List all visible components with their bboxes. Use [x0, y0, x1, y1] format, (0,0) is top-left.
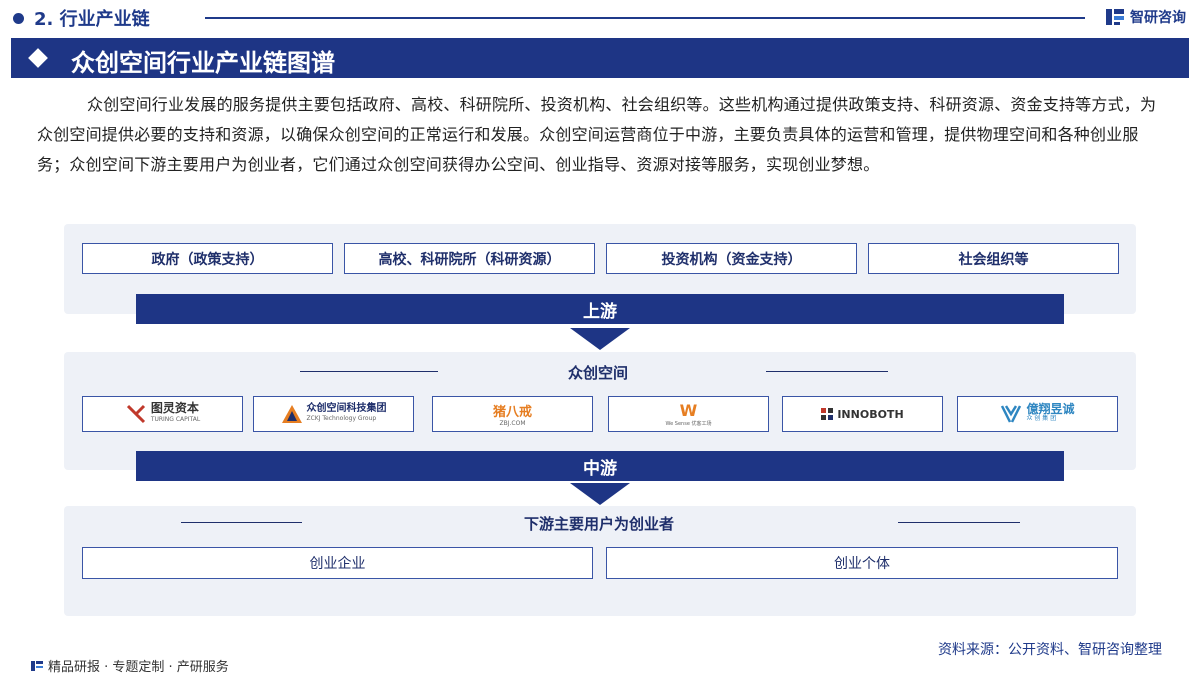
midstream-stage-label: 中游: [583, 458, 617, 479]
downstream-box-enterprises: 创业企业: [82, 547, 593, 579]
logo-zckj: 众创空间科技集团 ZCKJ Technology Group: [253, 396, 414, 432]
logo-innoboth: INNOBOTH: [782, 396, 943, 432]
logo-ucommune: W We Sense 优客工场: [608, 396, 769, 432]
innoboth-icon: [821, 408, 834, 420]
brand-logo-icon: [1106, 9, 1124, 25]
logo-name: 众创空间科技集团: [306, 403, 387, 414]
yixiang-icon: [1001, 405, 1022, 423]
midstream-rule-left: [300, 371, 438, 372]
logo-sub: ZCKJ Technology Group: [306, 415, 377, 422]
diamond-icon: [28, 48, 48, 68]
footer-tagline: 精品研报 · 专题定制 · 产研服务: [30, 656, 229, 675]
footer-logo-icon: [31, 660, 43, 671]
intro-paragraph: 众创空间行业发展的服务提供主要包括政府、高校、科研院所、投资机构、社会组织等。这…: [37, 95, 1157, 174]
midstream-title: 众创空间: [568, 364, 629, 382]
logo-sub: 众 创 集 团: [1026, 415, 1057, 422]
midstream-stage-bar: 中游: [136, 451, 1064, 481]
logo-sub: TURING CAPITAL: [150, 416, 201, 423]
midstream-rule-right: [766, 371, 888, 372]
footer-tagline-text: 精品研报 · 专题定制 · 产研服务: [48, 660, 229, 675]
downstream-rule-right: [898, 522, 1020, 523]
logo-name: 億翔昱诚: [1026, 402, 1075, 416]
page-title: 众创空间行业产业链图谱: [71, 49, 335, 77]
logo-zbj: 猪八戒 ZBJ.COM: [432, 396, 593, 432]
upstream-stage-label: 上游: [583, 301, 617, 322]
upstream-box-investors: 投资机构（资金支持）: [606, 243, 857, 274]
zckj-icon: [281, 405, 302, 423]
logo-name: W: [679, 401, 698, 420]
top-header: 2. 行业产业链 智研咨询: [0, 0, 1200, 36]
section-label: 2. 行业产业链: [34, 9, 150, 30]
logo-name: 图灵资本: [150, 401, 199, 415]
logo-name: INNOBOTH: [837, 407, 904, 421]
title-banner: 众创空间行业产业链图谱: [11, 38, 1189, 78]
down-arrow-icon: [570, 328, 630, 350]
downstream-box-individuals: 创业个体: [606, 547, 1118, 579]
turing-capital-icon: [126, 404, 145, 424]
upstream-box-government: 政府（政策支持）: [82, 243, 333, 274]
logo-yixiang: 億翔昱诚 众 创 集 团: [957, 396, 1118, 432]
upstream-box-universities: 高校、科研院所（科研资源）: [344, 243, 595, 274]
source-note: 资料来源：公开资料、智研咨询整理: [938, 642, 1162, 658]
section-bullet-icon: [13, 13, 24, 24]
brand: 智研咨询: [1104, 6, 1186, 28]
downstream-rule-left: [181, 522, 302, 523]
upstream-box-social-orgs: 社会组织等: [868, 243, 1119, 274]
downstream-title: 下游主要用户为创业者: [524, 515, 675, 533]
header-rule: [205, 17, 1085, 19]
brand-name: 智研咨询: [1130, 10, 1186, 26]
upstream-stage-bar: 上游: [136, 294, 1064, 324]
logo-sub: We Sense 优客工场: [665, 421, 712, 427]
logo-sub: ZBJ.COM: [499, 420, 526, 427]
down-arrow-icon: [570, 483, 630, 505]
logo-name: 猪八戒: [492, 405, 532, 420]
logo-turing-capital: 图灵资本 TURING CAPITAL: [82, 396, 243, 432]
